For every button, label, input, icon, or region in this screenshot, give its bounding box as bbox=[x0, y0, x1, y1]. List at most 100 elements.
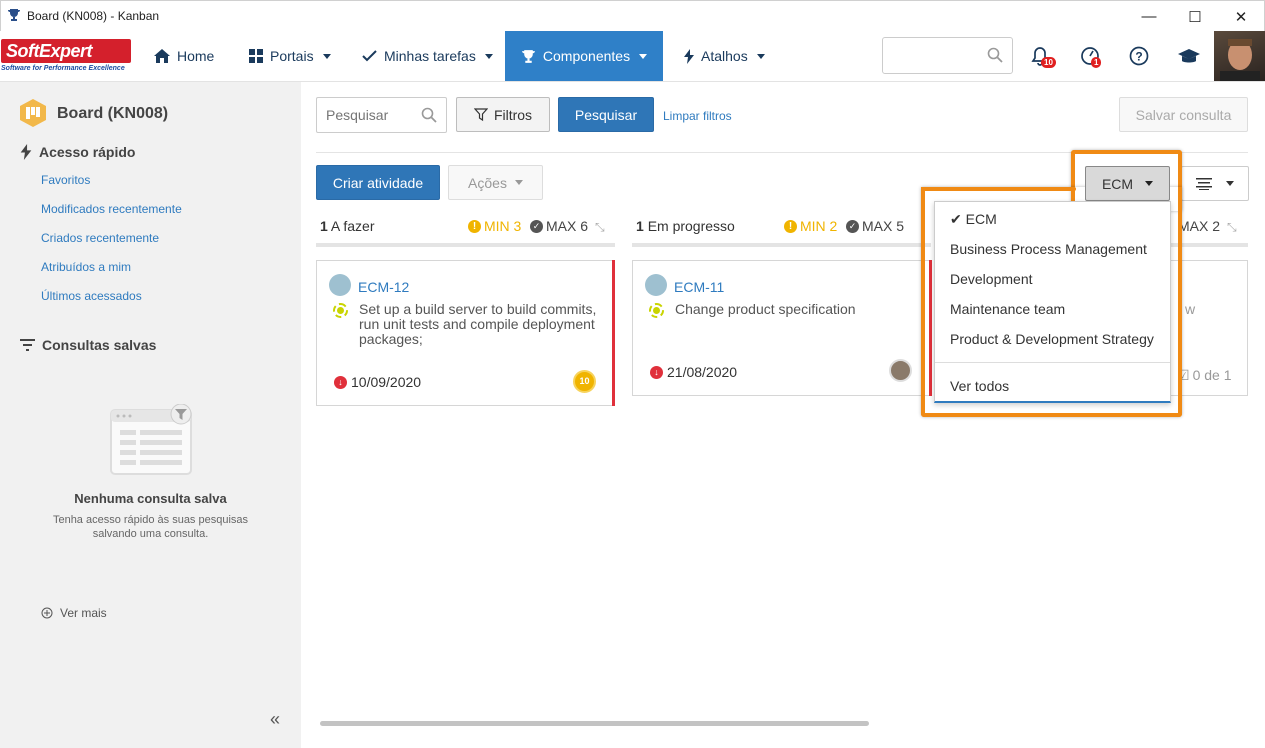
clear-filters-link[interactable]: Limpar filtros bbox=[663, 109, 732, 123]
column-header-todo: 1 A fazer bbox=[320, 218, 375, 234]
checklist-progress: ☑ 0 de 1 bbox=[1177, 367, 1232, 384]
nav-componentes[interactable]: Componentes bbox=[505, 31, 663, 81]
kanban-card[interactable]: ECM-12 Set up a build server to build co… bbox=[316, 260, 615, 406]
link-ultimos-acessados[interactable]: Últimos acessados bbox=[41, 289, 142, 303]
warning-icon: ! bbox=[784, 219, 797, 233]
menu-item-development[interactable]: Development bbox=[950, 271, 1033, 287]
nav-portais-label: Portais bbox=[270, 48, 314, 64]
link-favoritos[interactable]: Favoritos bbox=[41, 173, 90, 187]
chevron-down-icon bbox=[1226, 181, 1234, 186]
collapse-column-icon[interactable]: ⤡ bbox=[595, 220, 605, 235]
priority-badge: 10 bbox=[573, 370, 596, 393]
filter-lines-icon bbox=[20, 339, 35, 351]
global-search-input[interactable] bbox=[882, 37, 1013, 74]
save-query-button[interactable]: Salvar consulta bbox=[1119, 97, 1248, 132]
minimize-button[interactable]: — bbox=[1126, 1, 1172, 32]
menu-item-see-all[interactable]: Ver todos bbox=[950, 378, 1009, 394]
kanban-card[interactable]: ECM-11 Change product specification ↓ 21… bbox=[632, 260, 931, 396]
column-divider bbox=[632, 243, 931, 247]
chevron-down-icon bbox=[484, 53, 493, 59]
empty-queries-title: Nenhuma consulta salva bbox=[74, 491, 227, 506]
learning-button[interactable] bbox=[1176, 43, 1202, 69]
overdue-arrow-icon: ↓ bbox=[334, 375, 347, 389]
chevron-down-icon bbox=[756, 53, 765, 59]
column-max-todo: ✓ MAX 6 bbox=[530, 218, 588, 234]
nav-portais[interactable]: Portais bbox=[249, 31, 331, 81]
min-label: MIN 2 bbox=[800, 218, 838, 234]
link-criados[interactable]: Criados recentemente bbox=[41, 231, 159, 245]
create-activity-button[interactable]: Criar atividade bbox=[316, 165, 440, 200]
column-name: A fazer bbox=[330, 218, 375, 234]
checklist-label: 0 de 1 bbox=[1192, 367, 1232, 383]
actions-label: Ações bbox=[468, 174, 507, 191]
board-selector-button[interactable]: ECM bbox=[1085, 166, 1170, 201]
graduation-cap-icon bbox=[1178, 49, 1200, 63]
search-button[interactable]: Pesquisar bbox=[558, 97, 654, 132]
card-id-link[interactable]: ECM-12 bbox=[358, 279, 409, 295]
chevron-down-icon bbox=[514, 180, 523, 185]
link-modificados[interactable]: Modificados recentemente bbox=[41, 202, 182, 216]
filters-button[interactable]: Filtros bbox=[456, 97, 550, 132]
user-photo bbox=[1220, 39, 1260, 81]
status-in-progress-icon bbox=[649, 303, 664, 318]
filter-icon bbox=[473, 107, 488, 121]
column-name: Em progresso bbox=[647, 218, 735, 234]
check-icon bbox=[362, 50, 377, 62]
card-description: Change product specification bbox=[675, 301, 856, 317]
activity-button[interactable]: 1 bbox=[1077, 43, 1103, 69]
collapse-sidebar-button[interactable]: « bbox=[270, 709, 280, 730]
check-circle-icon: ✓ bbox=[846, 219, 859, 233]
menu-item-label: ECM bbox=[965, 211, 997, 227]
board-search-field[interactable] bbox=[316, 97, 447, 133]
close-button[interactable]: ✕ bbox=[1218, 1, 1264, 32]
menu-divider bbox=[935, 362, 1170, 363]
trophy-icon bbox=[521, 49, 535, 63]
chevron-down-icon bbox=[322, 53, 331, 59]
user-avatar[interactable] bbox=[1214, 31, 1265, 81]
menu-item-ecm[interactable]: ✔ ECM bbox=[950, 211, 997, 228]
card-description: Set up a build server to build commits, … bbox=[359, 301, 597, 347]
list-view-icon bbox=[1196, 177, 1212, 190]
svg-text:?: ? bbox=[1135, 50, 1142, 64]
card-due-date: ↓ 21/08/2020 bbox=[650, 364, 737, 380]
help-button[interactable]: ? bbox=[1126, 43, 1152, 69]
window-titlebar: Board (KN008) - Kanban — ☐ ✕ bbox=[0, 0, 1265, 31]
kanban-card[interactable]: w ☑ 0 de 1 bbox=[1171, 260, 1248, 396]
link-atribuidos[interactable]: Atribuídos a mim bbox=[41, 260, 131, 274]
column-count: 1 bbox=[636, 218, 644, 234]
column-max-third: MAX 2 bbox=[1178, 218, 1220, 234]
view-options-button[interactable] bbox=[1181, 166, 1249, 201]
see-more-link[interactable]: Ver mais bbox=[41, 606, 107, 620]
status-in-progress-icon bbox=[333, 303, 348, 318]
nav-atalhos[interactable]: Atalhos bbox=[684, 31, 765, 81]
saved-queries-heading: Consultas salvas bbox=[20, 337, 156, 353]
card-type-icon bbox=[329, 274, 351, 296]
menu-item-bpm[interactable]: Business Process Management bbox=[950, 241, 1147, 257]
search-icon bbox=[987, 47, 1003, 63]
filters-label: Filtros bbox=[493, 106, 533, 123]
card-date-label: 21/08/2020 bbox=[667, 364, 738, 380]
board-title: Board (KN008) bbox=[57, 105, 169, 122]
max-label: MAX 5 bbox=[862, 218, 905, 234]
chevron-down-icon bbox=[639, 53, 648, 59]
column-divider bbox=[316, 243, 615, 247]
maximize-button[interactable]: ☐ bbox=[1172, 1, 1218, 32]
max-label: MAX 2 bbox=[1178, 218, 1221, 234]
nav-home-label: Home bbox=[177, 48, 215, 64]
actions-button[interactable]: Ações bbox=[448, 165, 543, 200]
menu-item-maintenance[interactable]: Maintenance team bbox=[950, 301, 1065, 317]
card-id-link[interactable]: ECM-11 bbox=[674, 279, 724, 295]
menu-item-product-strategy[interactable]: Product & Development Strategy bbox=[950, 331, 1154, 347]
home-icon bbox=[154, 49, 170, 63]
empty-queries-desc: Tenha acesso rápido às suas pesquisas sa… bbox=[52, 514, 249, 540]
search-icon bbox=[421, 107, 437, 123]
notifications-button[interactable]: 10 bbox=[1027, 43, 1056, 69]
nav-minhas-tarefas[interactable]: Minhas tarefas bbox=[362, 31, 493, 81]
see-more-label: Ver mais bbox=[60, 606, 107, 620]
softexpert-logo[interactable]: SoftExpert Software for Performance Exce… bbox=[1, 39, 131, 77]
card-due-date: ↓ 10/09/2020 bbox=[334, 374, 421, 390]
collapse-column-icon[interactable]: ⤡ bbox=[1227, 220, 1237, 235]
check-circle-icon: ✓ bbox=[530, 219, 543, 233]
horizontal-scrollbar[interactable] bbox=[320, 721, 869, 726]
nav-home[interactable]: Home bbox=[154, 31, 214, 81]
